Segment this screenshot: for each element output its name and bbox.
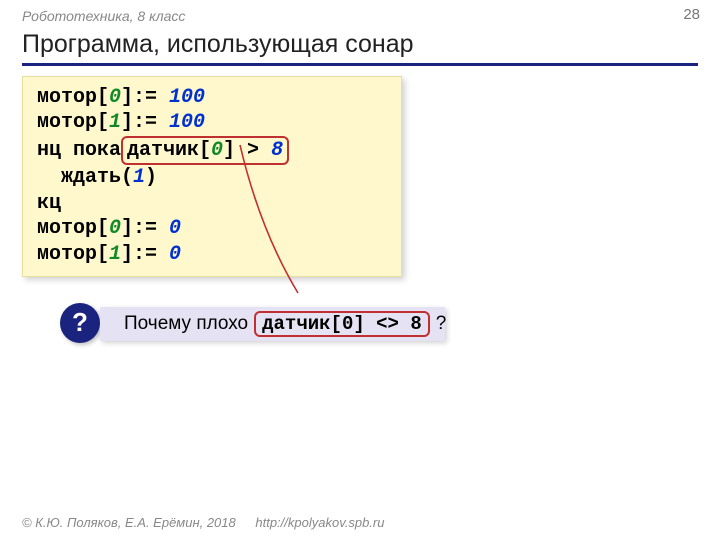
question-badge: ?	[60, 303, 100, 343]
title-rule	[22, 63, 698, 66]
question-row: ? Почему плохо датчик[0] <> 8 ?	[22, 307, 698, 351]
code-line: кц	[37, 191, 387, 217]
code-line: мотор[1]:= 0	[37, 242, 387, 268]
footer-url: http://kpolyakov.spb.ru	[255, 515, 384, 530]
question-suffix: ?	[436, 313, 447, 335]
footer: © К.Ю. Поляков, Е.А. Ерёмин, 2018 http:/…	[22, 515, 384, 530]
course-label: Робототехника, 8 класс	[22, 8, 698, 24]
question-mark-icon: ?	[72, 307, 88, 338]
code-line: мотор[0]:= 0	[37, 216, 387, 242]
question-text: Почему плохо	[124, 313, 248, 335]
code-block: мотор[0]:= 100 мотор[1]:= 100 нц пока да…	[22, 76, 402, 277]
question-highlight: датчик[0] <> 8	[254, 311, 430, 337]
code-line: ждать(1)	[37, 165, 387, 191]
copyright: © К.Ю. Поляков, Е.А. Ерёмин, 2018	[22, 515, 236, 530]
slide-title: Программа, использующая сонар	[22, 30, 698, 59]
code-line: мотор[0]:= 100	[37, 85, 387, 111]
page-number: 28	[683, 6, 700, 23]
code-line: нц пока датчик[0] > 8	[37, 136, 387, 166]
code-line: мотор[1]:= 100	[37, 110, 387, 136]
question-box: Почему плохо датчик[0] <> 8 ?	[100, 307, 445, 341]
condition-highlight: датчик[0] > 8	[121, 136, 289, 166]
slide: Робототехника, 8 класс 28 Программа, исп…	[0, 0, 720, 540]
